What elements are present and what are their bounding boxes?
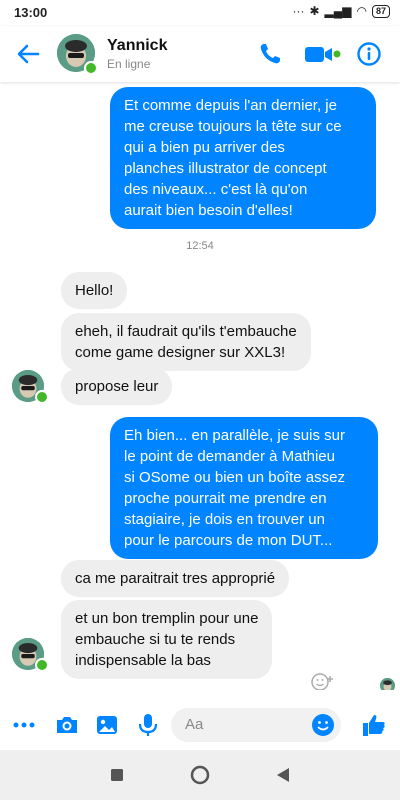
message-line: si OSome ou bien un boîte assez [124,469,345,486]
more-icon[interactable] [10,711,38,739]
status-icons: ··· ✱ ▂▄▆ ◠ 87 [292,4,390,18]
system-navigation-bar [0,750,400,800]
message-input[interactable]: Aa [171,708,341,742]
emoji-icon[interactable] [311,713,335,737]
contact-name[interactable]: Yannick [107,37,167,55]
seen-avatar [380,678,395,690]
message-line: indispensable la bas [75,652,211,669]
message-line: eheh, il faudrait qu'ils t'embauche [75,323,297,340]
recent-apps-icon[interactable] [110,768,124,782]
back-arrow-icon[interactable] [14,40,42,68]
message-incoming[interactable]: ca me paraitrait tres approprié [61,560,290,597]
conversation-header: Yannick En ligne [0,26,400,82]
avatar-image [380,678,395,690]
video-icon[interactable] [303,40,341,68]
status-time: 13:00 [14,5,48,20]
message-input-placeholder: Aa [185,716,204,733]
bluetooth-icon: ✱ [309,4,320,18]
battery-icon: 87 [371,4,390,18]
message-incoming[interactable]: Hello! [61,272,128,309]
message-line: pour le parcours de mon DUT... [124,532,333,549]
contact-status: En ligne [107,57,151,71]
message-outgoing[interactable]: Eh bien... en parallèle, je suis sur le … [110,417,378,559]
info-icon[interactable] [355,40,383,68]
message-line: proche pourrait me prendre en [124,490,327,507]
microphone-icon[interactable] [134,711,162,739]
message-line: embauche si tu te rends [75,631,236,648]
message-composer: Aa [0,700,400,750]
online-indicator [35,658,49,672]
online-indicator [35,390,49,404]
message-line: come game designer sur XXL3! [75,344,286,361]
thumbs-up-icon[interactable] [360,711,388,739]
message-line: le point de demander à Mathieu [124,448,335,465]
back-icon[interactable] [276,767,290,783]
message-incoming[interactable]: propose leur [61,368,173,405]
video-online-indicator [333,50,341,58]
message-list[interactable]: Et comme depuis l'an dernier, je me creu… [0,82,400,690]
signal-icon: ▂▄▆ [324,4,352,18]
message-outgoing[interactable]: Et comme depuis l'an dernier, je me creu… [110,87,376,229]
message-line: Et comme depuis l'an dernier, je [124,97,337,114]
message-line: des niveaux... c'est là qu'on [124,181,308,198]
wifi-icon: ◠ [356,4,367,18]
message-line: Hello! [75,282,114,299]
status-bar: 13:00 ··· ✱ ▂▄▆ ◠ 87 [0,0,400,26]
message-line: qui a bien pu arriver des [124,139,285,156]
more-notifications-icon: ··· [292,4,305,18]
message-line: aurait bien besoin d'elles! [124,202,293,219]
message-incoming[interactable]: et un bon tremplin pour une embauche si … [61,600,273,679]
message-line: me creuse toujours la tête sur ce [124,118,342,135]
phone-icon[interactable] [256,40,284,68]
message-incoming[interactable]: eheh, il faudrait qu'ils t'embauche come… [61,313,311,371]
home-icon[interactable] [190,765,210,785]
add-reaction-icon[interactable] [310,672,336,690]
message-line: ca me paraitrait tres approprié [75,570,276,587]
message-line: Eh bien... en parallèle, je suis sur [124,427,345,444]
camera-icon[interactable] [53,711,81,739]
message-line: planches illustrator de concept [124,160,327,177]
online-indicator [84,61,98,75]
message-line: et un bon tremplin pour une [75,610,259,627]
message-line: stagiaire, je dois en trouver un [124,511,325,528]
message-timestamp: 12:54 [186,240,214,252]
message-line: propose leur [75,378,159,395]
gallery-icon[interactable] [93,711,121,739]
